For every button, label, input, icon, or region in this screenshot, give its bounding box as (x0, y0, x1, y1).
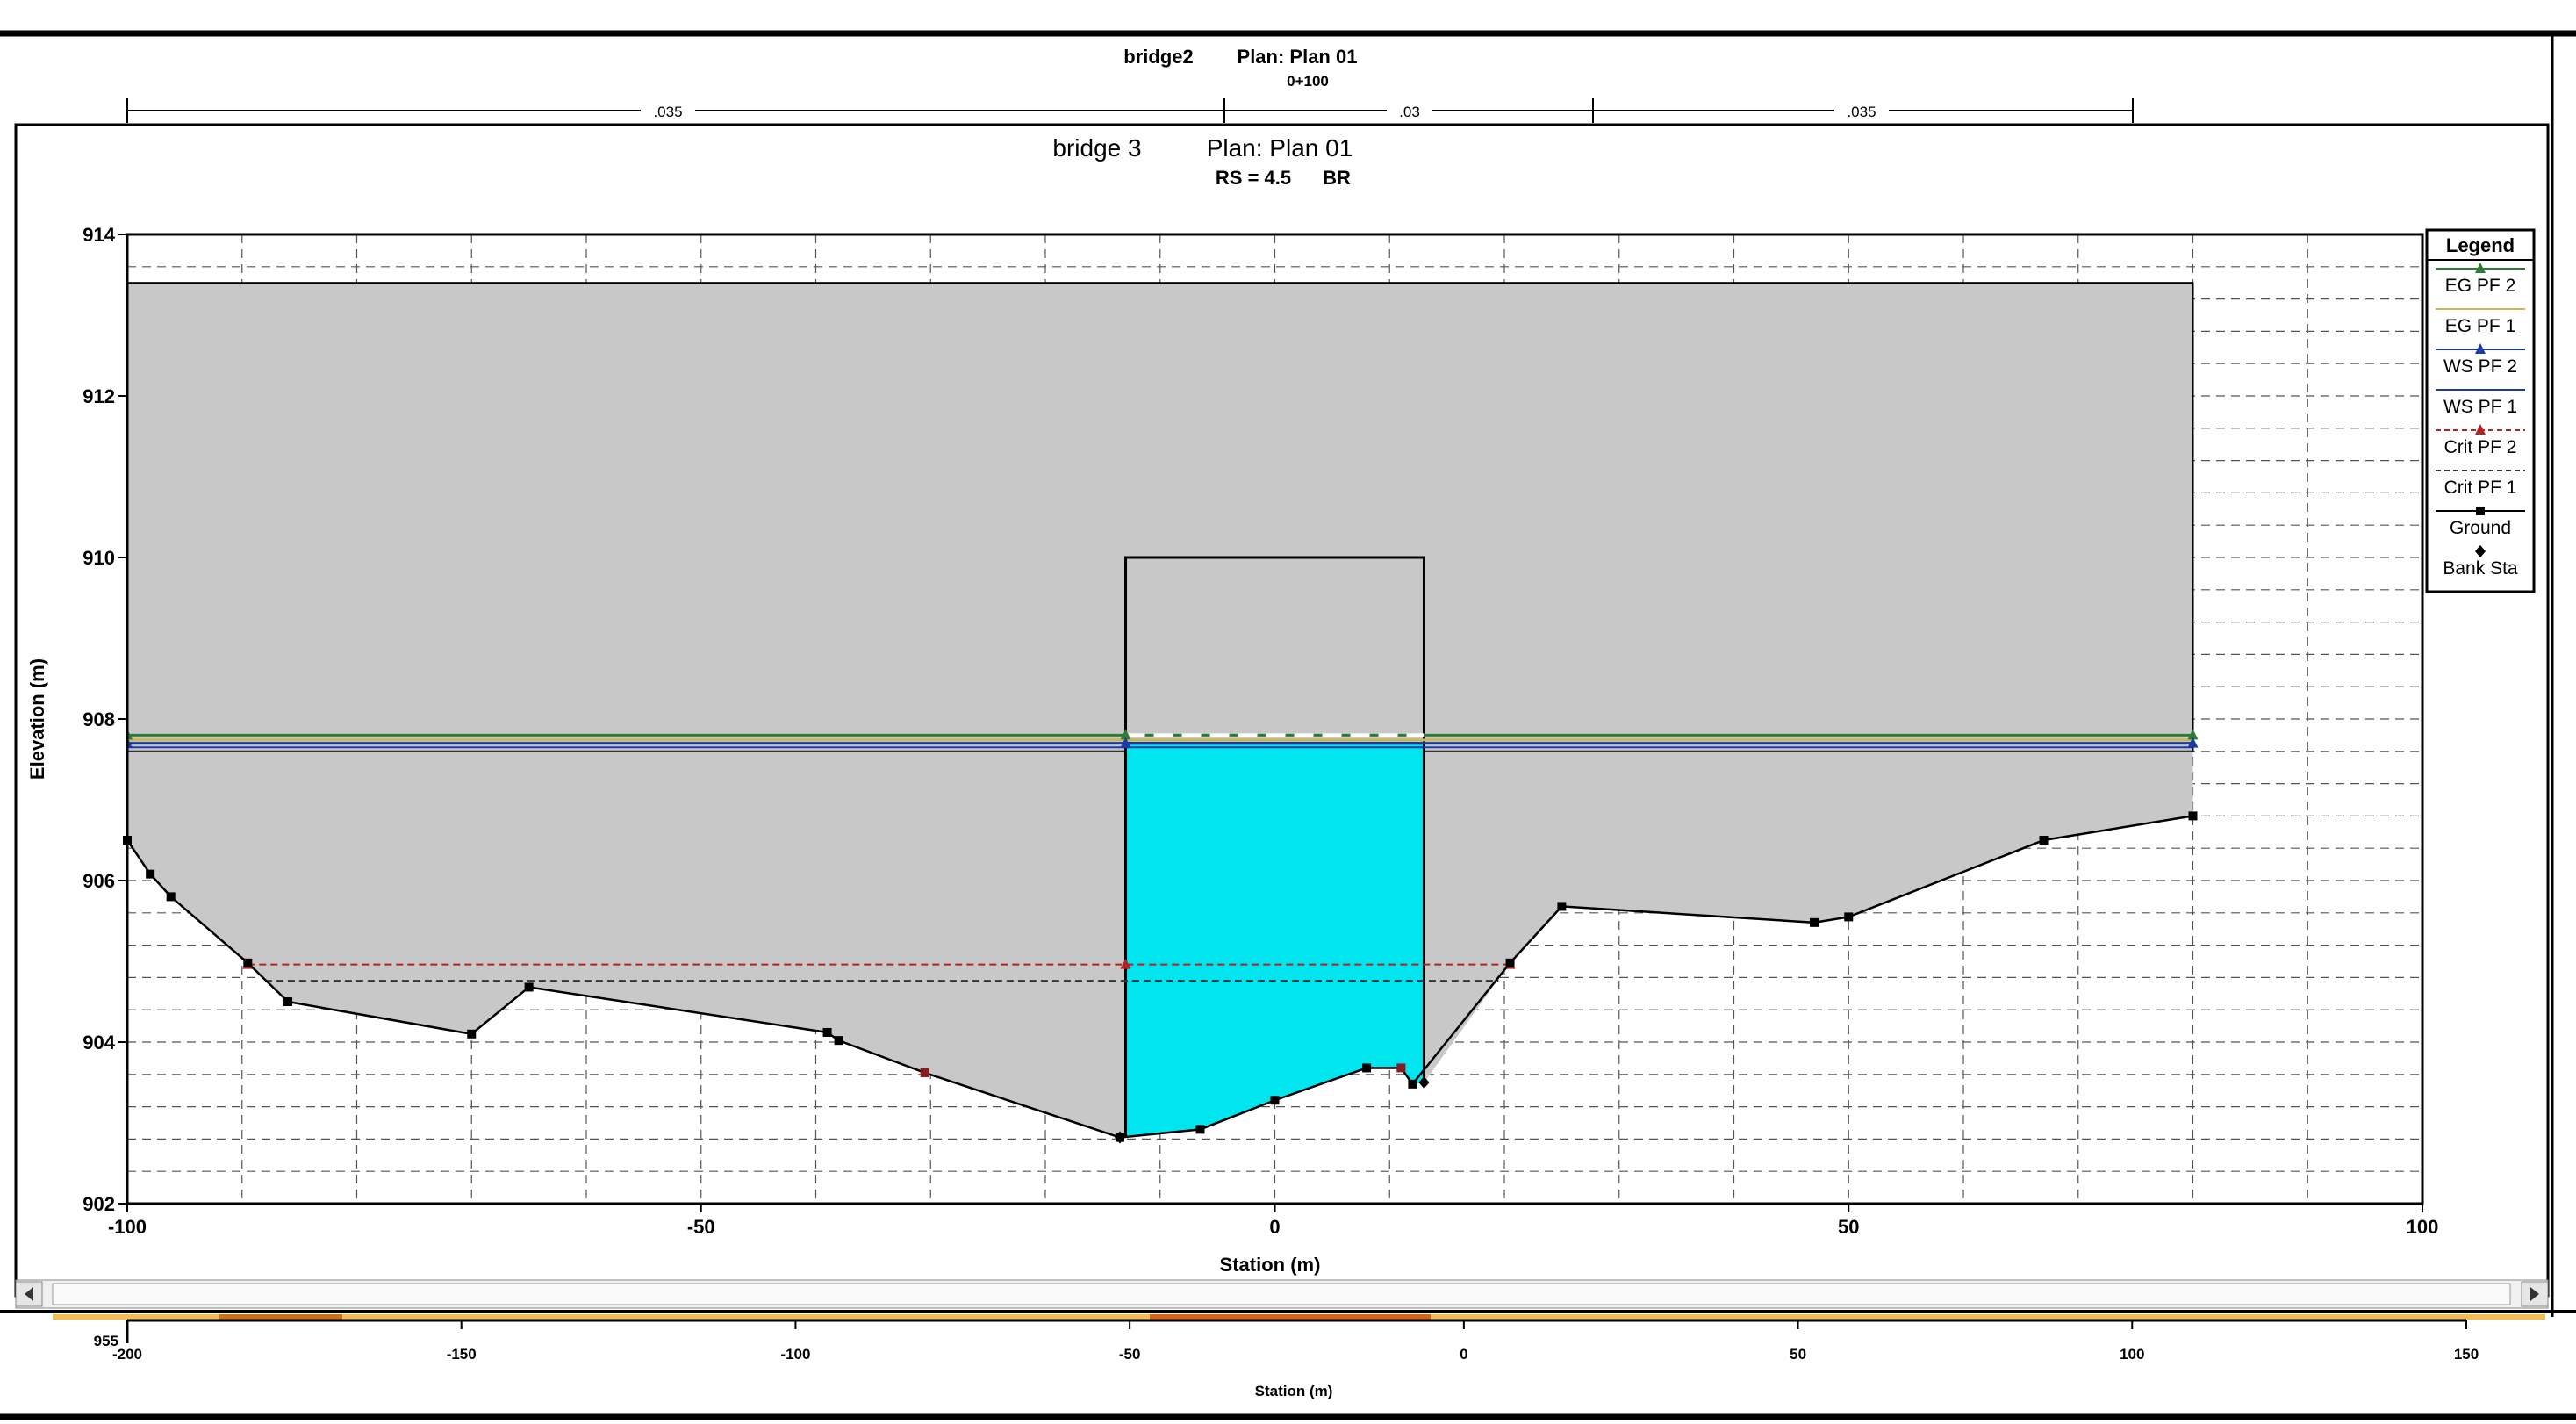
ground-point (1557, 902, 1567, 911)
n-value-center: .03 (1399, 104, 1420, 120)
back-title-name: bridge2 (1123, 46, 1193, 68)
ground-point (1270, 1096, 1280, 1105)
legend-label: Crit PF 1 (2444, 478, 2517, 498)
back-title-plan: Plan: Plan 01 (1238, 46, 1358, 68)
n-value-right: .035 (1847, 104, 1876, 120)
legend-label: EG PF 1 (2445, 316, 2516, 336)
hec-ras-cross-section-window: bridge2 Plan: Plan 01 0+100 .035 .03 .03… (0, 30, 2576, 1420)
chart-subtitle-rs: RS = 4.5 (1216, 167, 1291, 189)
legend-label: Bank Sta (2443, 558, 2518, 579)
ground-point (524, 982, 534, 992)
y-tick-label: 908 (83, 708, 115, 730)
y-tick-label: 902 (83, 1193, 115, 1215)
y-tick-label: 914 (83, 224, 115, 246)
ground-point (1396, 1063, 1406, 1073)
legend-label: Crit PF 2 (2444, 437, 2517, 457)
y-tick-label: 906 (83, 870, 115, 892)
ground-point (243, 958, 253, 967)
x-tick-label: 100 (2407, 1216, 2439, 1238)
y-tick-label: 912 (83, 385, 115, 407)
back-x-tick-label: -150 (447, 1346, 477, 1363)
back-x-tick-label: -50 (1119, 1346, 1141, 1363)
bridge-deck (127, 282, 2194, 752)
chart-plan: Plan: Plan 01 (1207, 134, 1353, 162)
ground-point (1844, 912, 1854, 922)
back-x-tick-label: 100 (2120, 1346, 2144, 1363)
ground-point (1362, 1063, 1372, 1073)
horizontal-scrollbar[interactable] (15, 1279, 2549, 1309)
manning-n-ruler: .035 .03 .035 (126, 98, 2134, 123)
ground-point (2039, 836, 2049, 845)
ground-point (920, 1068, 929, 1077)
ground-point (1810, 917, 1819, 927)
ground-point (2188, 811, 2198, 821)
legend-label: Ground (2450, 518, 2511, 538)
legend-title: Legend (2446, 234, 2515, 256)
n-value-left: .035 (653, 104, 682, 120)
x-tick-label: 0 (1269, 1216, 1280, 1238)
back-x-tick-label: 150 (2454, 1346, 2479, 1363)
chart-subtitle-br: BR (1323, 167, 1351, 189)
x-tick-label: -100 (108, 1216, 147, 1238)
legend-marker (2476, 507, 2485, 515)
legend-label: EG PF 2 (2445, 276, 2516, 296)
back-x-tick-label: -200 (112, 1346, 142, 1363)
ground-point (834, 1036, 843, 1046)
y-tick-label: 910 (83, 547, 115, 569)
x-tick-label: -50 (687, 1216, 715, 1238)
x-axis-label: Station (m) (1220, 1254, 1321, 1276)
back-x-axis: -200 -150 -100 -50 0 50 100 150 (112, 1320, 2479, 1363)
legend-label: WS PF 2 (2443, 356, 2517, 377)
chart-title: bridge 3 (1052, 134, 1141, 162)
legend-label: WS PF 1 (2443, 397, 2517, 417)
y-axis-label: Elevation (m) (26, 658, 48, 780)
y-tick-label: 904 (83, 1032, 115, 1054)
ground-point (822, 1027, 832, 1037)
ground-point (467, 1029, 477, 1039)
x-tick-label: 50 (1838, 1216, 1859, 1238)
back-x-tick-label: 0 (1460, 1346, 1467, 1363)
back-x-tick-label: 50 (1790, 1346, 1806, 1363)
legend: Legend EG PF 2 EG PF 1 WS PF 2 WS PF 1 Crit … (2425, 228, 2536, 593)
ground-point (166, 892, 176, 902)
back-title-station: 0+100 (1287, 73, 1329, 90)
ground-point (1195, 1125, 1205, 1134)
back-x-tick-label: -100 (780, 1346, 810, 1363)
ground-point (146, 869, 155, 879)
back-x-axis-label: Station (m) (1255, 1383, 1333, 1399)
back-window-bottom: 955 -200 -150 -100 -50 0 50 100 150 Station (m) (0, 1310, 2576, 1420)
plot-area: 902 904 906 908 910 912 914 -100 -50 0 50 100 (83, 224, 2438, 1238)
scrollbar-thumb[interactable] (52, 1283, 2511, 1305)
ground-point (283, 997, 293, 1006)
ground-point (1408, 1079, 1417, 1089)
ground-point (1505, 958, 1515, 967)
